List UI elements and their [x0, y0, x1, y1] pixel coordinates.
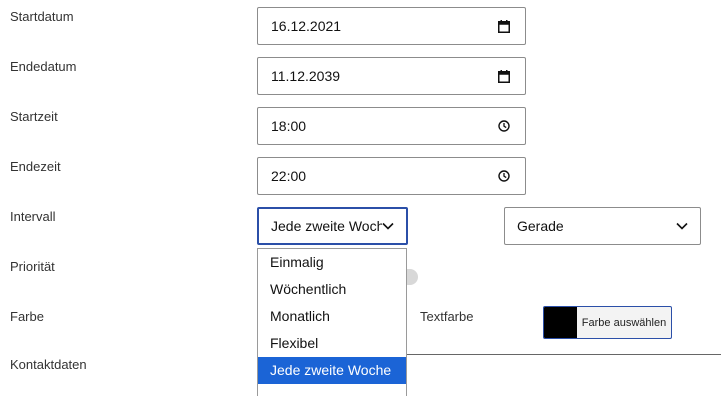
- end-time-input[interactable]: 22:00: [257, 157, 526, 195]
- option-flexibel[interactable]: Flexibel: [258, 330, 406, 357]
- end-time-value: 22:00: [271, 168, 307, 184]
- interval-selected-value: Jede zweite Woche: [271, 218, 382, 234]
- choose-color-button[interactable]: Farbe auswählen: [577, 317, 671, 329]
- calendar-icon[interactable]: [497, 69, 511, 83]
- start-time-input[interactable]: 18:00: [257, 107, 526, 145]
- chevron-down-icon: [676, 222, 690, 230]
- clock-icon[interactable]: [497, 169, 511, 183]
- calendar-icon[interactable]: [497, 19, 511, 33]
- start-time-label: Startzeit: [10, 109, 58, 124]
- text-color-label: Textfarbe: [420, 309, 474, 324]
- option-monatlich[interactable]: Monatlich: [258, 303, 406, 330]
- section-divider: [407, 354, 721, 355]
- start-date-value: 16.12.2021: [271, 18, 342, 34]
- clock-icon[interactable]: [497, 119, 511, 133]
- parity-selected-value: Gerade: [517, 218, 564, 234]
- end-date-value: 11.12.2039: [271, 68, 341, 84]
- interval-label: Intervall: [10, 209, 56, 224]
- chevron-down-icon: [382, 222, 396, 230]
- contact-label: Kontaktdaten: [10, 357, 87, 372]
- end-time-label: Endezeit: [10, 159, 61, 174]
- end-date-input[interactable]: 11.12.2039: [257, 57, 526, 95]
- option-woechentlich[interactable]: Wöchentlich: [258, 276, 406, 303]
- start-date-input[interactable]: 16.12.2021: [257, 7, 526, 45]
- option-einmalig[interactable]: Einmalig: [258, 249, 406, 276]
- interval-dropdown-list[interactable]: Einmalig Wöchentlich Monatlich Flexibel …: [257, 248, 407, 396]
- priority-label: Priorität: [10, 259, 55, 274]
- end-date-label: Endedatum: [10, 59, 77, 74]
- start-time-value: 18:00: [271, 118, 307, 134]
- text-color-swatch: [544, 307, 577, 338]
- text-color-picker[interactable]: Farbe auswählen: [543, 306, 672, 339]
- color-label: Farbe: [10, 309, 44, 324]
- start-date-label: Startdatum: [10, 9, 74, 24]
- option-jede-zweite-woche[interactable]: Jede zweite Woche: [258, 357, 406, 384]
- parity-select[interactable]: Gerade: [504, 207, 701, 245]
- interval-select[interactable]: Jede zweite Woche: [257, 207, 408, 245]
